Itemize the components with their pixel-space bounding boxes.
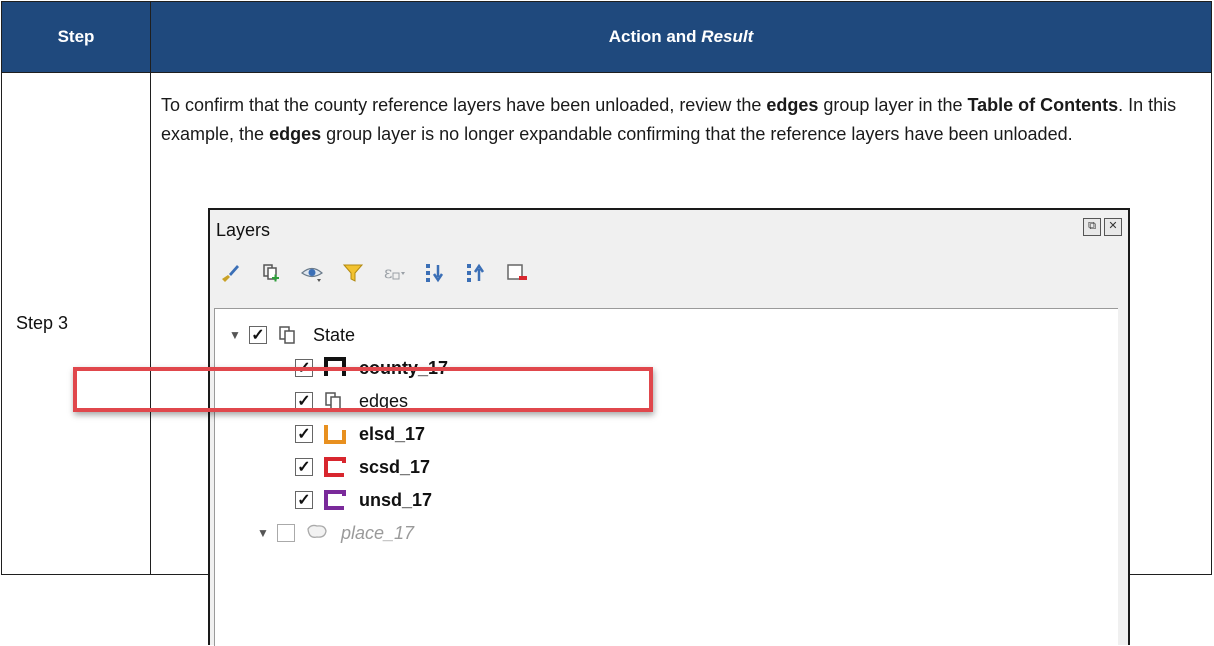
layers-toolbar: ε <box>218 258 529 288</box>
layer-checkbox[interactable]: ✓ <box>249 326 267 344</box>
expand-arrow-icon[interactable]: ▼ <box>255 526 271 540</box>
layer-name: State <box>313 324 356 345</box>
visibility-icon[interactable] <box>300 261 324 285</box>
action-cell: To confirm that the county reference lay… <box>150 72 1212 646</box>
layers-panel: Layers ⧉ ✕ ε ▼ ✓ State ✓ county_17 ✓ edg… <box>208 208 1130 646</box>
panel-window-buttons: ⧉ ✕ <box>1083 218 1122 236</box>
style-brush-icon[interactable] <box>218 261 242 285</box>
polygon-layer-icon <box>305 521 329 545</box>
layer-row-state[interactable]: ▼ ✓ State <box>227 321 355 349</box>
tree-scrollbar[interactable] <box>1118 308 1128 645</box>
expand-arrow-icon[interactable]: ▼ <box>227 328 243 342</box>
add-group-icon[interactable] <box>259 261 283 285</box>
layer-row-elsd-17[interactable]: ✓ elsd_17 <box>295 420 425 448</box>
layer-checkbox[interactable]: ✓ <box>277 524 295 542</box>
para-text-1: To confirm that the county reference lay… <box>161 95 767 115</box>
layer-row-place-17[interactable]: ▼ ✓ place_17 <box>255 519 414 547</box>
remove-layer-icon[interactable] <box>505 261 529 285</box>
step-cell: Step 3 <box>1 72 151 575</box>
group-layer-icon <box>277 323 301 347</box>
edges-highlight-box <box>73 367 653 412</box>
action-header-prefix: Action and <box>608 27 702 46</box>
step-header: Step <box>1 1 151 73</box>
collapse-all-icon[interactable] <box>464 261 488 285</box>
layer-checkbox[interactable]: ✓ <box>295 458 313 476</box>
layer-name: unsd_17 <box>359 489 433 510</box>
action-header: Action and Result <box>150 1 1212 73</box>
para-bold-toc: Table of Contents <box>967 95 1119 115</box>
polygon-symbol-icon <box>323 422 347 446</box>
filter-icon[interactable] <box>341 261 365 285</box>
header-row: Step Action and Result <box>1 1 1212 73</box>
layer-row-unsd-17[interactable]: ✓ unsd_17 <box>295 486 432 514</box>
para-bold-edges-2: edges <box>269 124 322 144</box>
instruction-paragraph: To confirm that the county reference lay… <box>161 91 1201 149</box>
layer-row-scsd-17[interactable]: ✓ scsd_17 <box>295 453 430 481</box>
polygon-symbol-icon <box>323 455 347 479</box>
layer-name: elsd_17 <box>359 423 426 444</box>
polygon-symbol-icon <box>323 488 347 512</box>
procedure-table: Step Action and Result Step 3 To confirm… <box>1 1 1212 646</box>
close-panel-icon[interactable]: ✕ <box>1104 218 1122 236</box>
step-label: Step 3 <box>16 313 69 333</box>
layer-name: place_17 <box>341 522 415 543</box>
para-text-4: group layer is no longer expandable conf… <box>321 124 1073 144</box>
para-text-2: group layer in the <box>818 95 968 115</box>
step-row: Step 3 To confirm that the county refere… <box>1 72 1212 646</box>
float-panel-icon[interactable]: ⧉ <box>1083 218 1101 236</box>
layer-checkbox[interactable]: ✓ <box>295 425 313 443</box>
layer-name: scsd_17 <box>359 456 431 477</box>
para-bold-edges: edges <box>766 95 819 115</box>
svg-text:ε: ε <box>384 263 392 282</box>
expression-filter-icon[interactable]: ε <box>382 261 406 285</box>
expand-all-icon[interactable] <box>423 261 447 285</box>
action-header-result: Result <box>701 27 754 46</box>
layer-tree: ▼ ✓ State ✓ county_17 ✓ edges ✓ elsd_17 … <box>214 308 1127 646</box>
layer-checkbox[interactable]: ✓ <box>295 491 313 509</box>
layers-panel-title: Layers <box>216 220 271 240</box>
step-header-label: Step <box>57 27 95 46</box>
